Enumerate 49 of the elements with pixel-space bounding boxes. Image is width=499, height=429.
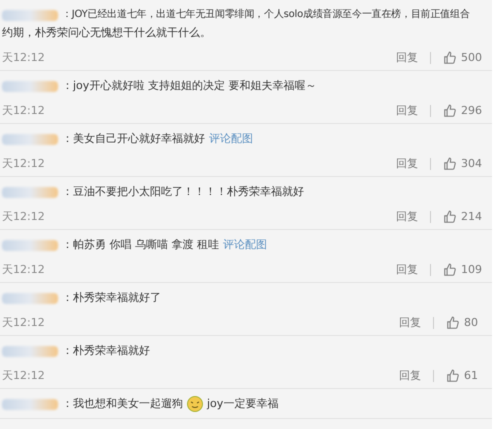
thumbs-up-icon: [443, 210, 457, 224]
like-count: 80: [464, 316, 478, 330]
comment-time: 天12:12: [2, 369, 45, 383]
blurred-username: [2, 134, 58, 144]
like-count: 296: [461, 104, 482, 118]
thumbs-up-icon: [443, 157, 457, 171]
like-count: 304: [461, 157, 482, 171]
comment-time: 天12:12: [2, 316, 45, 330]
comment-text: 约期，朴秀荣问心无愧想干什么就干什么。: [2, 26, 211, 39]
blurred-username: [2, 240, 58, 250]
comment-text: ：美女自己开心就好幸福就好: [62, 131, 205, 147]
comment-text: ：朴秀荣幸福就好了: [62, 290, 161, 306]
blurred-username: [2, 186, 58, 198]
blurred-username: [2, 292, 58, 304]
comment-time: 天12:12: [2, 51, 45, 65]
comment-text: ：JOY已经出道七年，出道七年无丑闻零绯闻，个人solo成绩音源至今一直在榜，目前正值组合: [62, 8, 470, 22]
comment-text: ：豆油不要把小太阳吃了！！！！朴秀荣幸福就好: [62, 184, 304, 200]
thumbs-up-icon: [443, 51, 457, 65]
comment-text: ：帕苏勇 你唱 乌嘶喵 拿渡 租哇: [62, 237, 219, 253]
comment-text: ：朴秀荣幸福就好: [62, 343, 150, 359]
thumbs-up-icon: [443, 263, 457, 277]
reply-button[interactable]: 回复: [396, 51, 418, 65]
thumbs-up-icon: [446, 369, 460, 383]
comment-text: ：joy开心就好啦 支持姐姐的决定 要和姐夫幸福喔～: [62, 78, 316, 94]
comment-time: 天12:12: [2, 157, 45, 171]
emoji-icon: [187, 396, 203, 412]
reply-button[interactable]: 回复: [396, 263, 418, 277]
reply-button[interactable]: 回复: [396, 157, 418, 171]
like-count: 109: [461, 263, 482, 277]
blurred-username: [2, 346, 58, 356]
comment-time: 天12:12: [2, 104, 45, 118]
reply-button[interactable]: 回复: [399, 369, 421, 383]
image-link[interactable]: 评论配图: [209, 130, 253, 148]
reply-button[interactable]: 回复: [396, 210, 418, 224]
like-count: 500: [461, 51, 482, 65]
like-count: 61: [464, 369, 478, 383]
like-count: 214: [461, 210, 482, 224]
image-link[interactable]: 评论配图: [223, 236, 267, 254]
reply-button[interactable]: 回复: [396, 104, 418, 118]
comment-time: 天12:12: [2, 210, 45, 224]
comment-text: joy一定要幸福: [207, 396, 278, 412]
comment-time: 天12:12: [2, 263, 45, 277]
reply-button[interactable]: 回复: [399, 316, 421, 330]
thumbs-up-icon: [446, 316, 460, 330]
blurred-username: [2, 10, 58, 20]
thumbs-up-icon: [443, 104, 457, 118]
blurred-username: [2, 398, 58, 410]
blurred-username: [2, 80, 58, 92]
comment-text: ：我也想和美女一起遛狗: [62, 396, 183, 412]
